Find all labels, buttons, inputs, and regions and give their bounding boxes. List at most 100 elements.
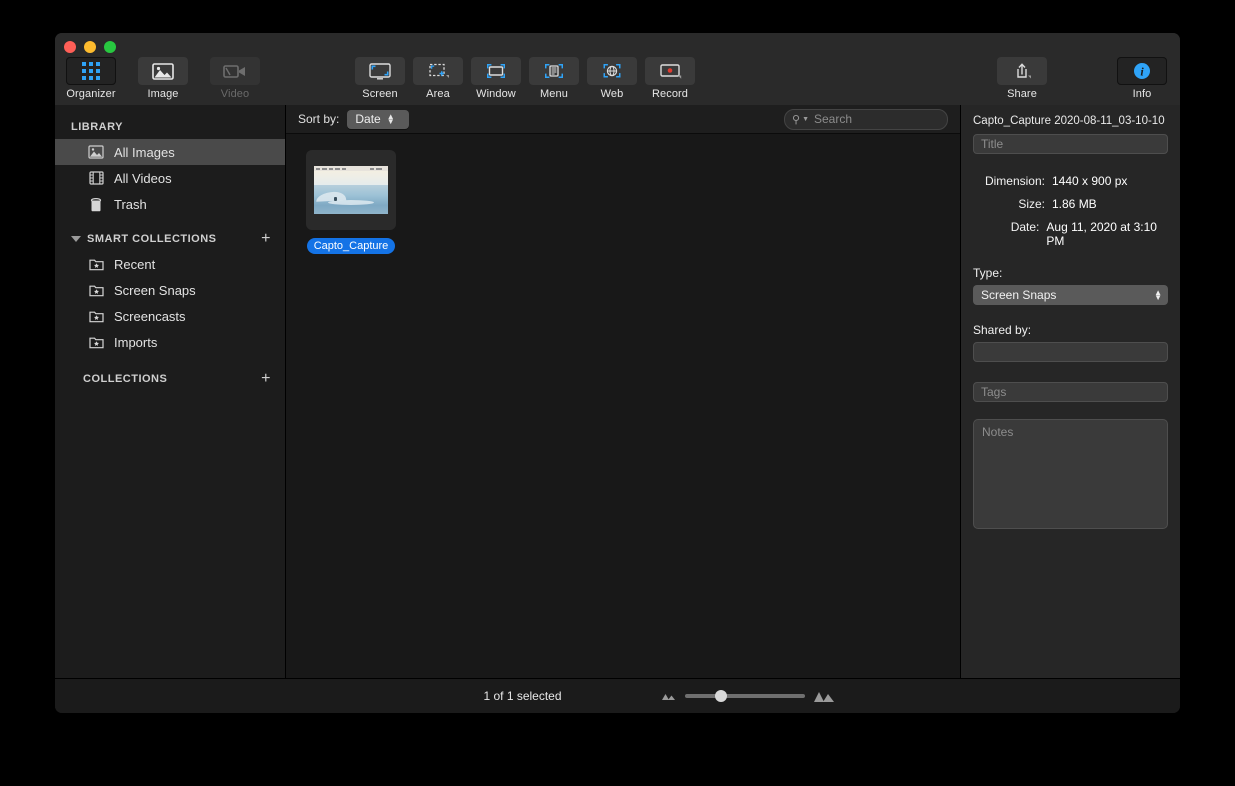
zoom-slider-knob[interactable] bbox=[714, 690, 727, 702]
grid-icon bbox=[66, 57, 116, 85]
notes-input[interactable]: Notes bbox=[973, 419, 1168, 529]
sidebar-item-screencasts[interactable]: Screencasts bbox=[55, 303, 285, 329]
close-button[interactable] bbox=[64, 41, 76, 53]
sidebar-item-screen-snaps-label: Screen Snaps bbox=[114, 282, 196, 298]
sidebar-item-all-videos[interactable]: All Videos bbox=[55, 165, 285, 191]
grid-item[interactable]: Capto_Capture bbox=[306, 150, 396, 254]
toolbar-web[interactable]: Web bbox=[584, 57, 640, 100]
sidebar-item-trash[interactable]: Trash bbox=[55, 191, 285, 217]
toolbar-screen-label: Screen bbox=[362, 88, 398, 100]
type-label: Type: bbox=[973, 266, 1003, 280]
info-icon: i bbox=[1117, 57, 1167, 85]
toolbar-record[interactable]: Record bbox=[642, 57, 698, 100]
sidebar-smart-collections-header[interactable]: SMART COLLECTIONS + bbox=[55, 229, 285, 251]
thumbnail-label-text: Capto_Capture bbox=[306, 238, 396, 254]
thumbnail-label[interactable]: Capto_Capture bbox=[306, 236, 396, 254]
chevron-down-icon[interactable]: ▼ bbox=[802, 116, 809, 123]
metadata-row-dimension: Dimension: 1440 x 900 px bbox=[973, 174, 1168, 188]
smart-folder-icon bbox=[87, 334, 105, 350]
sidebar-collections-label: COLLECTIONS bbox=[83, 373, 168, 385]
metadata-row-size: Size: 1.86 MB bbox=[973, 197, 1168, 211]
toolbar-window[interactable]: Window bbox=[468, 57, 524, 100]
toolbar-area-label: Area bbox=[426, 88, 450, 100]
toolbar-share-label: Share bbox=[1007, 88, 1037, 100]
toolbar: Organizer Image Video Screen Area Window… bbox=[55, 33, 1180, 106]
selection-status: 1 of 1 selected bbox=[483, 689, 562, 703]
info-panel: Capto_Capture 2020-08-11_03-10-10 Title … bbox=[960, 105, 1180, 679]
screenshot-preview bbox=[314, 166, 388, 214]
sidebar-item-recent-label: Recent bbox=[114, 256, 156, 272]
add-collection-button[interactable]: + bbox=[261, 371, 271, 387]
toolbar-video-label: Video bbox=[220, 88, 250, 100]
date-value: Aug 11, 2020 at 3:10 PM bbox=[1046, 220, 1157, 248]
metadata-row-date: Date: Aug 11, 2020 at 3:10 PM bbox=[973, 220, 1168, 248]
sidebar: LIBRARY All Images All Videos Trash SMAR… bbox=[55, 105, 286, 679]
size-value: 1.86 MB bbox=[1052, 197, 1097, 211]
video-camera-icon bbox=[210, 57, 260, 85]
type-value: Screen Snaps bbox=[981, 288, 1057, 302]
toolbar-area[interactable]: Area bbox=[410, 57, 466, 100]
window-controls bbox=[64, 41, 116, 53]
search-icon: ⚲ bbox=[792, 113, 801, 126]
sort-by-dropdown[interactable]: Date ▲ ▼ bbox=[347, 109, 410, 129]
web-capture-icon bbox=[587, 57, 637, 85]
menu-capture-icon bbox=[529, 57, 579, 85]
window-capture-icon bbox=[471, 57, 521, 85]
toolbar-menu-label: Menu bbox=[540, 88, 568, 100]
status-bar: 1 of 1 selected bbox=[55, 678, 1180, 713]
sidebar-item-screen-snaps[interactable]: Screen Snaps bbox=[55, 277, 285, 303]
chevron-down-icon[interactable] bbox=[71, 236, 81, 242]
zoom-control[interactable] bbox=[661, 690, 835, 703]
toolbar-menu[interactable]: Menu bbox=[526, 57, 582, 100]
trash-icon bbox=[87, 196, 105, 212]
toolbar-web-label: Web bbox=[600, 88, 624, 100]
toolbar-video[interactable]: Video bbox=[207, 57, 263, 100]
dimension-value: 1440 x 900 px bbox=[1052, 174, 1128, 188]
sidebar-item-imports-label: Imports bbox=[114, 334, 158, 350]
sidebar-item-recent[interactable]: Recent bbox=[55, 251, 285, 277]
sidebar-item-imports[interactable]: Imports bbox=[55, 329, 285, 355]
zoom-slider[interactable] bbox=[684, 690, 805, 702]
dimension-label: Dimension: bbox=[984, 174, 1045, 188]
toolbar-info[interactable]: i Info bbox=[1114, 57, 1170, 100]
add-smart-collection-button[interactable]: + bbox=[261, 231, 271, 247]
thumbnail-image[interactable] bbox=[306, 150, 396, 230]
thumbnail-grid: Capto_Capture bbox=[286, 134, 960, 679]
shared-by-label: Shared by: bbox=[973, 323, 1032, 337]
shared-by-input[interactable] bbox=[973, 342, 1168, 362]
tags-input[interactable]: Tags bbox=[973, 382, 1168, 402]
title-placeholder: Title bbox=[981, 137, 1004, 151]
large-thumbnail-icon[interactable] bbox=[813, 690, 835, 703]
small-thumbnail-icon[interactable] bbox=[661, 691, 677, 701]
sidebar-item-all-videos-label: All Videos bbox=[114, 170, 172, 186]
toolbar-share[interactable]: Share bbox=[994, 57, 1050, 100]
sidebar-collections-header[interactable]: COLLECTIONS + bbox=[55, 369, 285, 391]
image-icon bbox=[138, 57, 188, 85]
toolbar-screen[interactable]: Screen bbox=[352, 57, 408, 100]
toolbar-info-label: Info bbox=[1132, 88, 1152, 100]
type-dropdown[interactable]: Screen Snaps ▲ ▼ bbox=[973, 285, 1168, 305]
minimize-button[interactable] bbox=[84, 41, 96, 53]
app-window: Organizer Image Video Screen Area Window… bbox=[55, 33, 1180, 713]
notes-placeholder: Notes bbox=[982, 425, 1014, 439]
sidebar-item-all-images[interactable]: All Images bbox=[55, 139, 285, 165]
title-input[interactable]: Title bbox=[973, 134, 1168, 154]
tags-placeholder: Tags bbox=[981, 385, 1007, 399]
toolbar-image-label: Image bbox=[147, 88, 179, 100]
toolbar-record-label: Record bbox=[651, 88, 689, 100]
sidebar-smart-collections-label: SMART COLLECTIONS bbox=[87, 233, 217, 245]
photo-icon bbox=[87, 144, 105, 160]
screen-capture-icon bbox=[355, 57, 405, 85]
toolbar-organizer[interactable]: Organizer bbox=[63, 57, 119, 100]
metadata-list: Dimension: 1440 x 900 px Size: 1.86 MB D… bbox=[973, 174, 1168, 248]
area-capture-icon bbox=[413, 57, 463, 85]
sidebar-item-trash-label: Trash bbox=[114, 196, 147, 212]
zoom-button[interactable] bbox=[104, 41, 116, 53]
toolbar-image[interactable]: Image bbox=[135, 57, 191, 100]
sidebar-library-header: LIBRARY bbox=[55, 117, 285, 139]
search-placeholder: Search bbox=[814, 112, 853, 126]
smart-folder-icon bbox=[87, 282, 105, 298]
search-field[interactable]: ⚲ ▼ Search bbox=[784, 108, 948, 130]
share-icon bbox=[997, 57, 1047, 85]
content-area: Sort by: Date ▲ ▼ ⚲ ▼ Search Capto_Captu… bbox=[286, 105, 960, 679]
